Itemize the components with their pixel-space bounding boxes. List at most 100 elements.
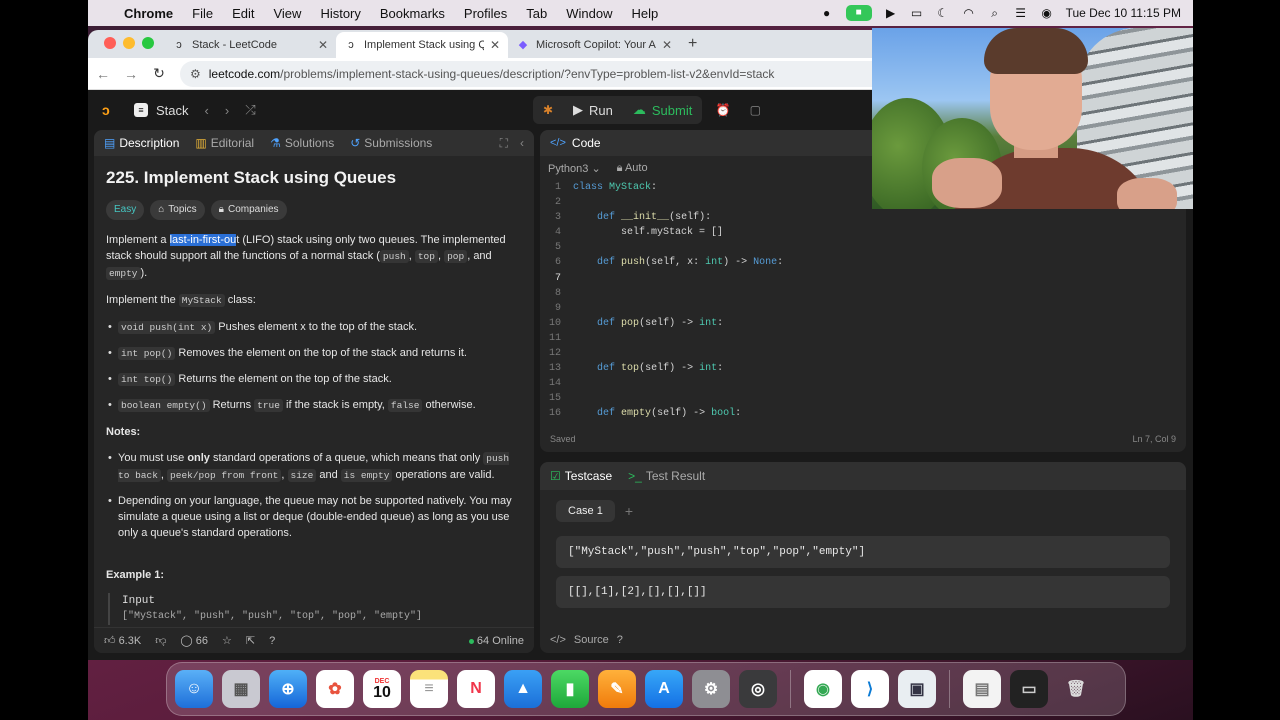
menu-bookmarks[interactable]: Bookmarks xyxy=(380,6,445,21)
moon-icon[interactable]: ☾ xyxy=(936,6,950,20)
battery-icon[interactable]: ▭ xyxy=(910,6,924,20)
window-thumbnail-icon[interactable]: ▭ xyxy=(1010,670,1048,708)
close-tab-icon[interactable]: ✕ xyxy=(662,38,672,52)
launchpad-icon[interactable]: ▦ xyxy=(222,670,260,708)
auto-mode[interactable]: 🔒︎ Auto xyxy=(617,162,648,175)
minimize-window-button[interactable] xyxy=(123,37,135,49)
menu-tab[interactable]: Tab xyxy=(526,6,547,21)
alarm-icon[interactable]: ⏰ xyxy=(712,99,734,121)
photos-icon[interactable]: ✿ xyxy=(316,670,354,708)
help-icon[interactable]: ? xyxy=(269,635,275,647)
finder-icon[interactable]: ☺ xyxy=(175,670,213,708)
tab-test-result[interactable]: >_ Test Result xyxy=(628,469,705,483)
cloud-upload-icon: ☁ xyxy=(632,102,646,117)
comments-button[interactable]: ◯ 66 xyxy=(180,634,208,647)
code-header-title: Code xyxy=(571,136,601,150)
star-icon[interactable]: ☆ xyxy=(222,634,232,647)
case-1-button[interactable]: Case 1 xyxy=(556,500,615,522)
tab-testcase[interactable]: ☑ Testcase xyxy=(550,469,612,483)
menu-help[interactable]: Help xyxy=(632,6,659,21)
tab-description[interactable]: ▤ Description xyxy=(104,136,179,150)
add-case-icon[interactable]: + xyxy=(625,503,633,519)
submit-button[interactable]: ☁ Submit xyxy=(622,96,703,124)
back-icon[interactable]: ← xyxy=(96,66,110,82)
menu-clock[interactable]: Tue Dec 10 11:15 PM xyxy=(1066,6,1181,20)
line-number: 12 xyxy=(548,348,561,360)
chevron-left-icon[interactable]: ‹ xyxy=(205,103,209,118)
expand-icon[interactable]: ⛶ xyxy=(500,136,508,151)
tab-title: Microsoft Copilot: Your AI com xyxy=(536,39,656,51)
like-button[interactable]: 👍︎ 6.3K xyxy=(104,634,141,647)
app-store-icon[interactable]: A xyxy=(645,670,683,708)
method-list: void push(int x) Pushes element x to the… xyxy=(106,319,522,414)
document-thumbnail-icon[interactable]: ▤ xyxy=(963,670,1001,708)
chip-label: Companies xyxy=(227,204,279,215)
safari-icon[interactable]: ⊕ xyxy=(269,670,307,708)
pages-icon[interactable]: ✎ xyxy=(598,670,636,708)
code-text: class MyStack: xyxy=(573,182,658,193)
problem-list[interactable]: ≡ Stack xyxy=(134,103,189,118)
news-icon[interactable]: N xyxy=(457,670,495,708)
inline-code: size xyxy=(287,469,317,482)
chevron-right-icon[interactable]: › xyxy=(225,103,229,118)
site-info-icon[interactable]: ⚙ xyxy=(190,67,201,81)
play-icon[interactable]: ▶ xyxy=(884,6,898,20)
wifi-icon[interactable]: ◠ xyxy=(962,6,976,20)
vscode-icon[interactable]: ⟩ xyxy=(851,670,889,708)
quicktime-icon[interactable]: ◎ xyxy=(739,670,777,708)
menu-edit[interactable]: Edit xyxy=(232,6,254,21)
debug-icon[interactable]: ✱ xyxy=(533,96,563,124)
new-tab-icon[interactable]: + xyxy=(680,35,705,58)
language-select[interactable]: Python3 ⌄ xyxy=(548,162,601,175)
calendar-icon[interactable]: DEC 10 xyxy=(363,670,401,708)
close-tab-icon[interactable]: ✕ xyxy=(318,38,328,52)
leetcode-favicon-icon: ↄ xyxy=(348,39,354,51)
share-icon[interactable]: ⇱ xyxy=(246,634,255,647)
companies-chip[interactable]: 🔒︎ Companies xyxy=(210,200,287,220)
tab-submissions[interactable]: ↺ Submissions xyxy=(350,136,432,150)
run-button[interactable]: ▶ Run xyxy=(563,96,623,124)
browser-tab-stack[interactable]: ↄ Stack - LeetCode ✕ xyxy=(164,32,336,58)
text: operations are valid. xyxy=(392,469,495,481)
list-item: You must use only standard operations of… xyxy=(106,450,522,484)
siri-icon[interactable]: ◉ xyxy=(1040,6,1054,20)
control-center-icon[interactable]: ☰ xyxy=(1014,6,1028,20)
browser-tab-implement-stack[interactable]: ↄ Implement Stack using Queues ✕ xyxy=(336,32,508,58)
keynote-icon[interactable]: ▲ xyxy=(504,670,542,708)
source-bar[interactable]: </> Source ? xyxy=(540,627,633,653)
forward-icon[interactable]: → xyxy=(124,66,138,82)
leetcode-logo-icon[interactable]: ↄ xyxy=(102,102,118,118)
collapse-icon[interactable]: ‹ xyxy=(520,136,524,151)
browser-tab-copilot[interactable]: ◆ Microsoft Copilot: Your AI com ✕ xyxy=(508,32,680,58)
menu-profiles[interactable]: Profiles xyxy=(464,6,507,21)
tab-editorial[interactable]: ▥ Editorial xyxy=(195,136,254,150)
code-editor[interactable]: 1 class MyStack: 2 3 def __init__(self): … xyxy=(540,180,1186,426)
menu-app-name[interactable]: Chrome xyxy=(124,6,173,21)
trash-icon[interactable]: 🗑︎ xyxy=(1057,670,1095,708)
menu-view[interactable]: View xyxy=(273,6,301,21)
zoom-window-button[interactable] xyxy=(142,37,154,49)
topics-chip[interactable]: ⌂ Topics xyxy=(150,200,205,220)
reload-icon[interactable]: ↻ xyxy=(152,65,166,82)
numbers-icon[interactable]: ▮ xyxy=(551,670,589,708)
system-settings-icon[interactable]: ⚙ xyxy=(692,670,730,708)
search-icon[interactable]: ⌕ xyxy=(988,6,1002,20)
app-icon[interactable]: ▣ xyxy=(898,670,936,708)
menu-file[interactable]: File xyxy=(192,6,213,21)
tab-solutions[interactable]: ⚗ Solutions xyxy=(270,136,334,150)
text: class: xyxy=(224,294,256,306)
close-tab-icon[interactable]: ✕ xyxy=(490,38,500,52)
menu-history[interactable]: History xyxy=(320,6,360,21)
notes-icon[interactable]: ≡ xyxy=(410,670,448,708)
close-window-button[interactable] xyxy=(104,37,116,49)
testcase-input-2[interactable]: [[],[1],[2],[],[],[]] xyxy=(556,576,1170,608)
shuffle-icon[interactable]: ⤮ xyxy=(245,102,255,118)
record-icon[interactable]: ● xyxy=(820,6,834,20)
menu-window[interactable]: Window xyxy=(566,6,612,21)
chrome-icon[interactable]: ◉ xyxy=(804,670,842,708)
screen: Chrome File Edit View History Bookmarks … xyxy=(88,0,1193,720)
notes-icon[interactable]: ▢ xyxy=(744,99,766,121)
dislike-icon[interactable]: 👎︎ xyxy=(155,634,166,647)
camera-icon[interactable]: ■ xyxy=(845,5,872,21)
testcase-input-1[interactable]: ["MyStack","push","push","top","pop","em… xyxy=(556,536,1170,568)
